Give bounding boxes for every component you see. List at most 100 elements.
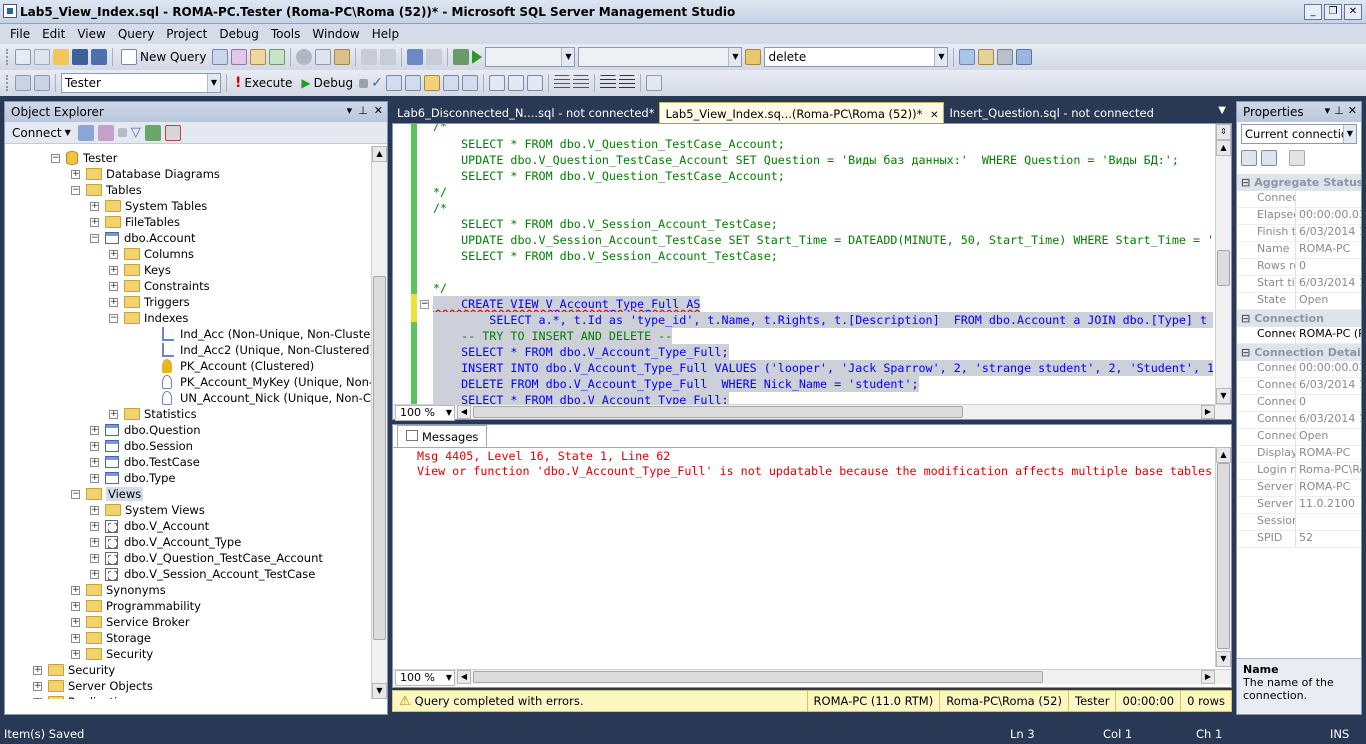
expand-icon[interactable]: +: [90, 217, 99, 227]
expand-icon[interactable]: +: [71, 617, 80, 627]
alphabetical-icon[interactable]: [1261, 150, 1277, 166]
tree-node[interactable]: PK_Account_MyKey (Unique, Non-Clustere: [147, 374, 371, 390]
messages-tab[interactable]: Messages: [397, 425, 488, 447]
property-row[interactable]: Connect6/03/2014 1: [1237, 412, 1361, 429]
tab-insert-question[interactable]: Insert_Question.sql - not connected: [944, 102, 1158, 123]
expand-icon[interactable]: +: [90, 201, 99, 211]
copy-icon[interactable]: [315, 49, 332, 65]
start-debug-icon[interactable]: [472, 50, 483, 64]
increase-indent-icon[interactable]: [618, 75, 635, 91]
cut-icon[interactable]: [296, 49, 313, 65]
expand-icon[interactable]: +: [33, 697, 42, 699]
parse-checkmark-icon[interactable]: ✓: [371, 75, 383, 91]
tree-node[interactable]: + Statistics: [109, 406, 197, 422]
tree-node[interactable]: − dbo.Account: [90, 230, 196, 246]
results-to-grid-icon[interactable]: [423, 75, 440, 91]
property-row[interactable]: Connect00:00:00.03: [1237, 361, 1361, 378]
activity-monitor-icon[interactable]: [164, 124, 181, 141]
tree-node[interactable]: − Tester: [51, 150, 117, 166]
menu-debug[interactable]: Debug: [213, 27, 264, 41]
expand-icon[interactable]: +: [71, 601, 80, 611]
available-databases-select[interactable]: Tester ▼: [61, 73, 221, 93]
property-row[interactable]: Start tim6/03/2014 1: [1237, 276, 1361, 293]
menu-query[interactable]: Query: [112, 27, 160, 41]
expand-icon[interactable]: +: [90, 457, 99, 467]
tree-node[interactable]: − Indexes: [109, 310, 188, 326]
property-row[interactable]: Name ROMA-PC: [1237, 242, 1361, 259]
collapse-icon[interactable]: −: [51, 153, 60, 163]
tree-node[interactable]: + Constraints: [109, 278, 210, 294]
panel-close-icon[interactable]: ✕: [1348, 104, 1357, 117]
tree-node[interactable]: + Storage: [71, 630, 151, 646]
expand-icon[interactable]: +: [109, 297, 118, 307]
property-row[interactable]: Session: [1237, 514, 1361, 531]
results-grid-icon[interactable]: [507, 75, 524, 91]
tree-node[interactable]: Ind_Acc (Non-Unique, Non-Clustered): [147, 326, 371, 342]
tree-node[interactable]: − Tables: [71, 182, 142, 198]
property-row[interactable]: Connect: [1237, 191, 1361, 208]
menu-tools[interactable]: Tools: [265, 27, 307, 41]
open-file-icon[interactable]: [53, 49, 69, 65]
expand-icon[interactable]: +: [71, 585, 80, 595]
menu-view[interactable]: View: [71, 27, 111, 41]
menu-file[interactable]: File: [4, 27, 36, 41]
expand-icon[interactable]: +: [71, 169, 80, 179]
panel-menu-icon[interactable]: ▾: [1325, 104, 1331, 117]
xmla-query-icon[interactable]: [269, 49, 286, 65]
tree-node[interactable]: + Service Broker: [71, 614, 190, 630]
query-designer-icon[interactable]: [404, 75, 421, 91]
tree-node[interactable]: + Security: [33, 662, 115, 678]
find-in-files-icon[interactable]: [745, 49, 762, 65]
results-file-icon[interactable]: [526, 75, 543, 91]
display-plan-icon[interactable]: [385, 75, 402, 91]
uncomment-lines-icon[interactable]: [572, 75, 589, 91]
menu-help[interactable]: Help: [366, 27, 405, 41]
collapse-icon[interactable]: −: [90, 233, 99, 243]
collapse-icon[interactable]: −: [71, 185, 80, 195]
expand-icon[interactable]: +: [109, 281, 118, 291]
tree-node[interactable]: + dbo.Session: [90, 438, 193, 454]
editor-horizontal-scrollbar[interactable]: 100 % ▼ ◀ ▶: [393, 404, 1231, 421]
property-row[interactable]: ConnectROMA-PC (R: [1237, 327, 1361, 344]
db-engine-query-icon[interactable]: [212, 49, 229, 65]
messages-horizontal-scrollbar[interactable]: 100 % ▼ ◀ ▶: [393, 669, 1231, 686]
connect-oe-icon[interactable]: [77, 124, 94, 141]
property-row[interactable]: Connect6/03/2014 1: [1237, 378, 1361, 395]
expand-icon[interactable]: +: [90, 569, 99, 579]
add-item-icon[interactable]: [34, 49, 50, 65]
tree-node[interactable]: + dbo.V_Account_Type: [90, 534, 241, 550]
expand-icon[interactable]: +: [90, 425, 99, 435]
collapse-icon[interactable]: ⊟: [1241, 312, 1250, 325]
tree-node[interactable]: + dbo.Type: [90, 470, 176, 486]
property-row[interactable]: State Open: [1237, 293, 1361, 310]
collapse-icon[interactable]: ⊟: [1241, 346, 1250, 359]
toolbox-icon[interactable]: [1016, 49, 1033, 65]
tree-node[interactable]: Ind_Acc2 (Unique, Non-Clustered): [147, 342, 371, 358]
messages-vertical-scrollbar[interactable]: ▲ ▼: [1215, 447, 1231, 667]
property-row[interactable]: Login naRoma-PC\Ro: [1237, 463, 1361, 480]
properties-tools-icon[interactable]: [997, 49, 1014, 65]
property-row[interactable]: Display nROMA-PC: [1237, 446, 1361, 463]
expand-icon[interactable]: +: [109, 249, 118, 259]
menu-window[interactable]: Window: [306, 27, 365, 41]
analysis-query-icon[interactable]: [231, 49, 248, 65]
pin-icon[interactable]: ⊥: [1334, 104, 1344, 117]
find-combo[interactable]: delete ▼: [764, 47, 949, 67]
property-row[interactable]: Elapsed00:00:00.03: [1237, 208, 1361, 225]
collapse-icon[interactable]: ⊟: [1241, 176, 1250, 189]
tree-node[interactable]: + System Tables: [90, 198, 207, 214]
tree-node[interactable]: UN_Account_Nick (Unique, Non-Clustered): [147, 390, 371, 406]
tree-vertical-scrollbar[interactable]: ▲ ▼: [371, 146, 387, 699]
tree-node[interactable]: + Programmability: [71, 598, 201, 614]
tree-node[interactable]: + dbo.TestCase: [90, 454, 200, 470]
change-connection-icon[interactable]: [34, 75, 50, 91]
tree-node[interactable]: + System Views: [90, 502, 205, 518]
property-pages-icon[interactable]: [1289, 150, 1305, 166]
solution-config-select[interactable]: ▼: [485, 47, 576, 67]
menu-edit[interactable]: Edit: [36, 27, 71, 41]
client-stats-icon[interactable]: [461, 75, 478, 91]
new-query-button[interactable]: New Query: [118, 49, 209, 65]
debug-button[interactable]: ▶ Debug: [298, 76, 356, 90]
expand-icon[interactable]: +: [90, 505, 99, 515]
save-all-icon[interactable]: [91, 49, 107, 65]
